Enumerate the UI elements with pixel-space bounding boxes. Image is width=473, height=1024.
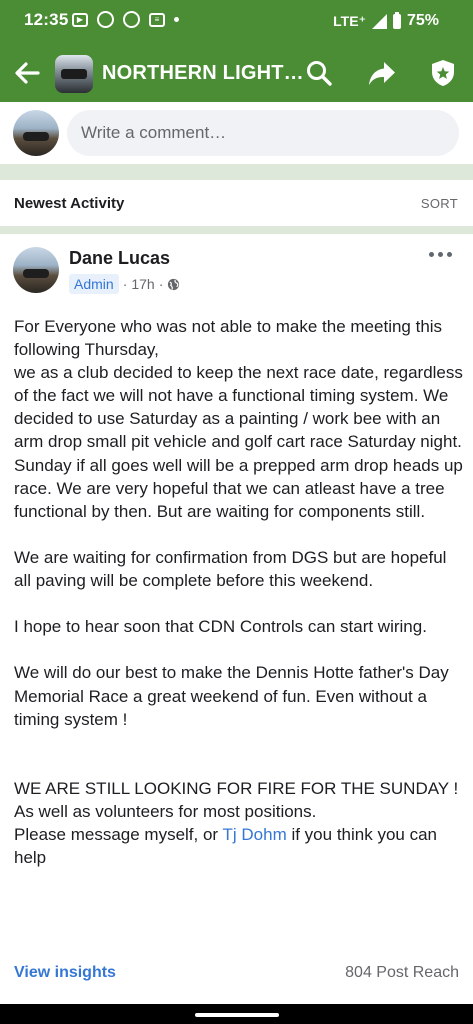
globe-icon: [168, 278, 180, 290]
share-icon[interactable]: [367, 58, 397, 88]
battery-percent: 75%: [406, 12, 439, 29]
newest-activity-label: Newest Activity: [14, 195, 125, 212]
post-author[interactable]: Dane Lucas: [69, 248, 170, 269]
sirius-icon: [123, 11, 140, 28]
mention-link[interactable]: Tj Dohm: [223, 825, 287, 844]
post-text-line: WE ARE STILL LOOKING FOR FIRE FOR THE SU…: [14, 778, 459, 798]
post-text-paragraph: We will do our best to make the Dennis H…: [14, 663, 449, 729]
author-avatar[interactable]: [13, 247, 59, 293]
post-body: For Everyone who was not able to make th…: [14, 315, 464, 869]
user-avatar[interactable]: [13, 110, 59, 156]
podcast-icon: [97, 11, 114, 28]
youtube-icon: ▶: [72, 12, 88, 27]
post-meta: Admin · 17h ·: [69, 274, 180, 294]
section-divider: [0, 164, 473, 180]
signal-icon: [371, 13, 387, 29]
section-divider: [0, 226, 473, 234]
battery-icon: [392, 11, 401, 29]
post-text-line: Sunday if all goes well will be a preppe…: [14, 455, 463, 521]
system-indicators: LTE⁺ 75%: [333, 11, 439, 30]
meta-separator: ·: [158, 276, 164, 292]
status-bar: 12:35 ▶ ≡ LTE⁺ 75%: [0, 0, 473, 44]
post-time[interactable]: 17h: [131, 276, 154, 292]
notification-icons: ▶ ≡: [72, 11, 179, 28]
search-icon[interactable]: [304, 58, 334, 88]
group-thumbnail[interactable]: [55, 55, 93, 93]
post-text-span: Please message myself, or: [14, 825, 223, 845]
admin-shield-icon[interactable]: [428, 58, 458, 88]
post-text-paragraph: I hope to hear soon that CDN Controls ca…: [14, 617, 427, 637]
news-icon: ≡: [149, 12, 165, 27]
more-notifications-dot-icon: [174, 17, 179, 22]
post-reach: 804 Post Reach: [345, 964, 459, 981]
post-card: Dane Lucas Admin · 17h · For Everyone wh…: [0, 234, 473, 1006]
admin-badge: Admin: [69, 274, 119, 294]
meta-separator: ·: [122, 276, 128, 292]
app-bar: NORTHERN LIGHT…: [0, 44, 473, 102]
post-text-line: we as a club decided to keep the next ra…: [14, 363, 463, 452]
home-gesture-handle[interactable]: [195, 1013, 279, 1017]
group-title[interactable]: NORTHERN LIGHT…: [102, 62, 304, 85]
comment-composer: Write a comment…: [0, 102, 473, 164]
activity-header: Newest Activity SORT: [0, 180, 473, 226]
comment-input[interactable]: Write a comment…: [67, 110, 459, 156]
sort-button[interactable]: SORT: [421, 196, 458, 211]
system-nav-bar: [0, 1004, 473, 1024]
post-text-line: As well as volunteers for most positions…: [14, 801, 317, 821]
status-time: 12:35: [24, 10, 69, 29]
more-options-icon[interactable]: [429, 248, 453, 260]
post-text-paragraph: We are waiting for confirmation from DGS…: [14, 547, 447, 591]
post-text-line: For Everyone who was not able to make th…: [14, 317, 443, 360]
view-insights-link[interactable]: View insights: [14, 964, 116, 982]
network-type: LTE⁺: [333, 12, 366, 29]
post-text-paragraph: Please message myself, or Tj Dohm if you…: [14, 823, 464, 869]
back-arrow-icon[interactable]: [12, 58, 42, 88]
